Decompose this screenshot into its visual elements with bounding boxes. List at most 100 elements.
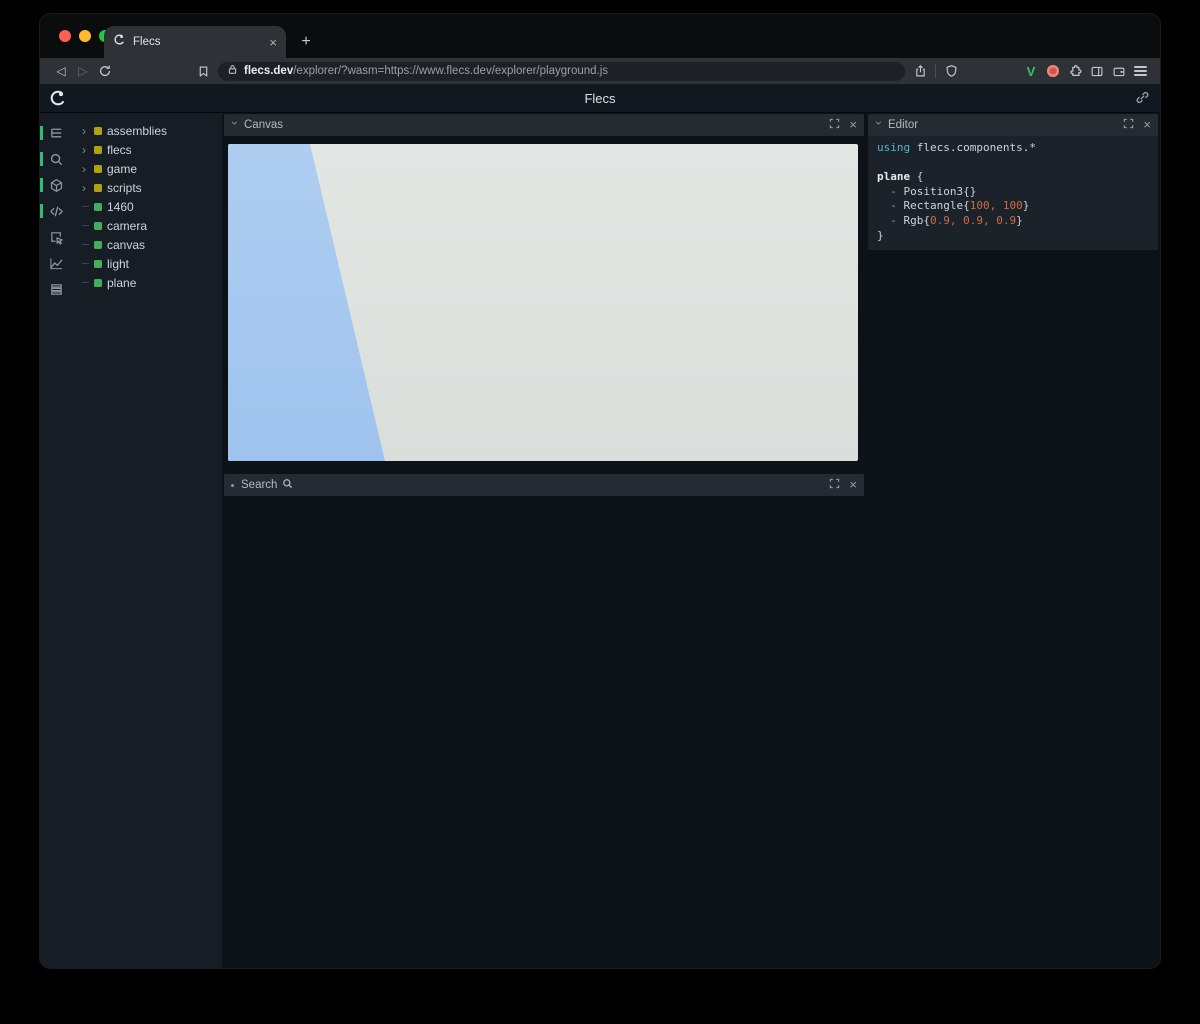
- close-panel-icon[interactable]: ×: [1143, 119, 1151, 131]
- bookmark-icon[interactable]: [192, 61, 214, 81]
- close-panel-icon[interactable]: ×: [849, 119, 857, 131]
- module-square-icon: [94, 165, 102, 173]
- tree-item-label: canvas: [107, 238, 145, 252]
- canvas-panel-header: › Canvas ×: [224, 114, 864, 136]
- tree-item-label: scripts: [107, 181, 142, 195]
- tab-close-icon[interactable]: ×: [269, 36, 277, 49]
- editor-panel-header: › Editor ×: [868, 114, 1158, 136]
- search-panel: Search ×: [224, 474, 864, 496]
- canvas-viewport[interactable]: [228, 144, 858, 461]
- tree-item-canvas[interactable]: canvas: [72, 235, 222, 254]
- code-line: plane {: [877, 170, 1149, 185]
- back-button[interactable]: ◁: [50, 61, 72, 81]
- tree-guide-line: [82, 244, 89, 245]
- code-line: }: [877, 229, 1149, 244]
- tree-item-scripts[interactable]: › scripts: [72, 178, 222, 197]
- canvas-panel-title: Canvas: [244, 119, 283, 131]
- search-panel-title: Search: [241, 479, 277, 491]
- rows-icon[interactable]: [40, 276, 72, 302]
- close-panel-icon[interactable]: ×: [849, 479, 857, 491]
- new-tab-button[interactable]: +: [296, 32, 316, 52]
- code-line: - Rectangle{100, 100}: [877, 199, 1149, 214]
- tree-item-light[interactable]: light: [72, 254, 222, 273]
- main-content: › Canvas ×: [222, 113, 1160, 968]
- tree-guide-line: [82, 282, 89, 283]
- flecs-favicon-icon: [113, 33, 126, 51]
- app-header: Flecs: [40, 84, 1160, 113]
- entity-square-icon: [94, 279, 102, 287]
- entity-square-icon: [94, 203, 102, 211]
- module-square-icon: [94, 146, 102, 154]
- tab-strip: Flecs × +: [40, 14, 1160, 58]
- expand-panel-icon[interactable]: [1123, 118, 1134, 132]
- reload-button[interactable]: [94, 61, 116, 81]
- share-link-icon[interactable]: [1135, 90, 1150, 110]
- collapsed-indicator-icon[interactable]: [231, 484, 234, 487]
- tree-item-1460[interactable]: 1460: [72, 197, 222, 216]
- tree-item-label: 1460: [107, 200, 134, 214]
- expand-chevron-icon[interactable]: ›: [82, 164, 89, 174]
- entity-square-icon: [94, 222, 102, 230]
- chart-icon[interactable]: [40, 250, 72, 276]
- forward-button[interactable]: ▷: [72, 61, 94, 81]
- code-line: using flecs.components.*: [877, 141, 1149, 156]
- page-title: Flecs: [40, 84, 1160, 112]
- brave-shield-icon[interactable]: [940, 61, 962, 81]
- editor-panel-title: Editor: [888, 119, 918, 131]
- expand-chevron-icon[interactable]: ›: [82, 145, 89, 155]
- extension-red-icon[interactable]: [1042, 61, 1064, 81]
- tree-item-label: plane: [107, 276, 136, 290]
- tree-item-plane[interactable]: plane: [72, 273, 222, 292]
- tree-item-flecs[interactable]: ›flecs: [72, 140, 222, 159]
- minimize-window-button[interactable]: [79, 30, 91, 42]
- code-line: - Rgb{0.9, 0.9, 0.9}: [877, 214, 1149, 229]
- icon-sidebar: [40, 113, 72, 968]
- tree-item-label: assemblies: [107, 124, 167, 138]
- tree-item-game[interactable]: ›game: [72, 159, 222, 178]
- expand-chevron-icon[interactable]: ›: [82, 183, 89, 193]
- expand-panel-icon[interactable]: [829, 118, 840, 132]
- url-text: flecs.dev/explorer/?wasm=https://www.fle…: [244, 65, 608, 77]
- module-square-icon: [94, 127, 102, 135]
- search-icon[interactable]: [40, 146, 72, 172]
- code-icon[interactable]: [40, 198, 72, 224]
- expand-chevron-icon[interactable]: ›: [82, 126, 89, 136]
- tab-title: Flecs: [133, 36, 262, 48]
- tree-guide-line: [82, 263, 89, 264]
- extensions-puzzle-icon[interactable]: [1064, 61, 1086, 81]
- inspect-icon[interactable]: [40, 224, 72, 250]
- chevron-down-icon[interactable]: ›: [231, 121, 239, 129]
- editor-code[interactable]: using flecs.components.* plane { - Posit…: [868, 136, 1158, 250]
- module-square-icon: [94, 184, 102, 192]
- tree-guide-line: [82, 225, 89, 226]
- tree-item-camera[interactable]: camera: [72, 216, 222, 235]
- lock-icon: [227, 62, 238, 80]
- share-icon[interactable]: [909, 61, 931, 81]
- cube-icon[interactable]: [40, 172, 72, 198]
- desktop-background: Flecs × + ◁ ▷ flecs.dev/explorer/?wasm=h…: [0, 0, 1200, 1024]
- extension-v-icon[interactable]: V: [1020, 61, 1042, 81]
- editor-panel: › Editor × using flecs.components.* plan…: [868, 114, 1158, 250]
- app-body: ›assemblies›flecs›game›scripts1460camera…: [40, 113, 1160, 968]
- address-bar[interactable]: flecs.dev/explorer/?wasm=https://www.fle…: [218, 62, 905, 81]
- toolbar-divider: [935, 64, 936, 78]
- magnifier-icon: [282, 478, 293, 492]
- wallet-icon[interactable]: [1108, 61, 1130, 81]
- code-line: - Position3{}: [877, 185, 1149, 200]
- entity-square-icon: [94, 260, 102, 268]
- entity-tree: ›assemblies›flecs›game›scripts1460camera…: [72, 113, 222, 968]
- expand-panel-icon[interactable]: [829, 478, 840, 492]
- tree-item-assemblies[interactable]: › assemblies: [72, 121, 222, 140]
- code-line: [877, 156, 1149, 171]
- search-panel-header: Search ×: [224, 474, 864, 496]
- tree-item-label: light: [107, 257, 129, 271]
- chevron-down-icon[interactable]: ›: [875, 121, 883, 129]
- tree-icon[interactable]: [40, 120, 72, 146]
- canvas-panel: › Canvas ×: [224, 114, 864, 461]
- entity-square-icon: [94, 241, 102, 249]
- browser-tab[interactable]: Flecs ×: [104, 26, 286, 58]
- menu-icon[interactable]: [1130, 61, 1150, 81]
- red-dot-icon: [1047, 65, 1059, 77]
- close-window-button[interactable]: [59, 30, 71, 42]
- sidebar-toggle-icon[interactable]: [1086, 61, 1108, 81]
